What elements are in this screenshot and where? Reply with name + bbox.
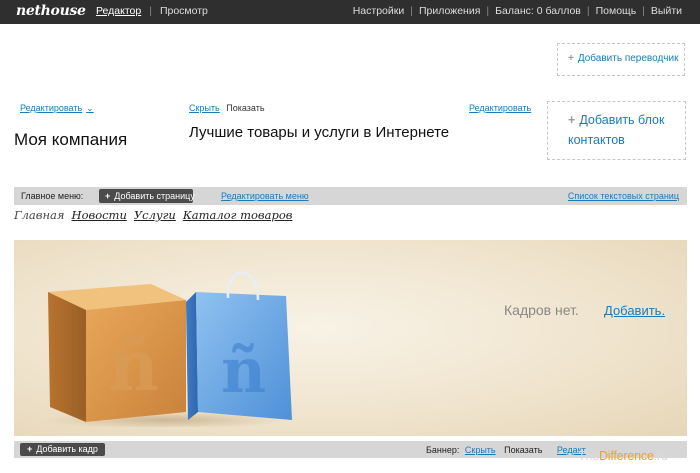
hide-banner-link[interactable]: Скрыть	[465, 445, 496, 455]
banner-controls: Баннер: Скрыть Показать Редакт	[426, 445, 589, 455]
edit-company-link[interactable]: Редактировать ⌄	[20, 103, 94, 114]
show-slogan-label: Показать	[226, 103, 265, 113]
watermark-accent: Difference	[598, 449, 654, 463]
add-frame-link[interactable]: Добавить.	[604, 303, 665, 318]
nav-apps[interactable]: Приложения	[413, 5, 486, 17]
watermark: TheDifference.ru	[578, 449, 668, 463]
main-menu-label: Главное меню:	[21, 191, 84, 201]
nav-logout[interactable]: Выйти	[645, 5, 688, 17]
add-page-button[interactable]: + Добавить страницу	[99, 189, 195, 203]
plus-icon: +	[27, 444, 33, 454]
nav-settings[interactable]: Настройки	[347, 5, 411, 17]
menu-item-catalog[interactable]: Каталог товаров	[183, 208, 293, 222]
nav-balance[interactable]: Баланс: 0 баллов	[489, 5, 587, 17]
slogan-visibility: Скрыть Показать	[189, 103, 265, 113]
box-and-bag-illustration: ñ ñ	[46, 271, 292, 427]
menu-item-home[interactable]: Главная	[14, 208, 65, 222]
text-pages-list-link[interactable]: Список текстовых страниц	[568, 191, 679, 201]
show-banner-label: Показать	[504, 445, 543, 455]
watermark-part: The	[578, 449, 599, 463]
add-translator-label: Добавить переводчик	[577, 53, 679, 64]
main-menu: Главная Новости Услуги Каталог товаров	[14, 208, 299, 222]
add-frame-button[interactable]: + Добавить кадр	[20, 443, 105, 456]
menu-item-news[interactable]: Новости	[72, 208, 127, 222]
edit-slogan-link[interactable]: Редактировать	[469, 103, 531, 113]
plus-icon: +	[105, 191, 111, 201]
nav-help[interactable]: Помощь	[590, 5, 643, 17]
company-name[interactable]: Моя компания	[14, 130, 127, 150]
mode-nav: Редактор | Просмотр	[96, 5, 216, 17]
add-translator-button[interactable]: + Добавить переводчик	[557, 43, 685, 76]
svg-text:ñ: ñ	[108, 324, 159, 407]
banner-area: ñ ñ Кадров нет. Добавить.	[14, 240, 687, 436]
top-bar: nethouse Редактор | Просмотр Настройки |…	[0, 0, 700, 24]
menu-item-services[interactable]: Услуги	[134, 208, 176, 222]
add-contacts-label: Добавить блок контактов	[568, 113, 665, 147]
chevron-down-icon: ⌄	[86, 103, 94, 113]
add-page-label: Добавить страницу	[114, 191, 195, 201]
main-menu-toolbar: Главное меню: + Добавить страницу Редакти…	[14, 187, 687, 205]
edit-menu-link[interactable]: Редактировать меню	[221, 191, 309, 201]
watermark-part: .ru	[653, 449, 668, 463]
add-contacts-block-button[interactable]: + Добавить блок контактов	[547, 101, 686, 160]
edit-company-label: Редактировать	[20, 103, 83, 113]
no-frames-text: Кадров нет.	[504, 302, 579, 318]
site-slogan[interactable]: Лучшие товары и услуги в Интернете	[189, 124, 449, 141]
plus-icon: +	[568, 53, 574, 64]
plus-icon: +	[568, 113, 576, 127]
add-frame-label: Добавить кадр	[36, 444, 98, 454]
nav-preview[interactable]: Просмотр	[152, 5, 216, 17]
banner-label: Баннер:	[426, 445, 460, 455]
nav-editor[interactable]: Редактор	[96, 5, 149, 17]
account-nav: Настройки | Приложения | Баланс: 0 балло…	[347, 5, 688, 17]
svg-text:ñ: ñ	[221, 334, 266, 407]
hide-slogan-link[interactable]: Скрыть	[189, 103, 220, 113]
nethouse-logo[interactable]: nethouse	[16, 3, 86, 19]
